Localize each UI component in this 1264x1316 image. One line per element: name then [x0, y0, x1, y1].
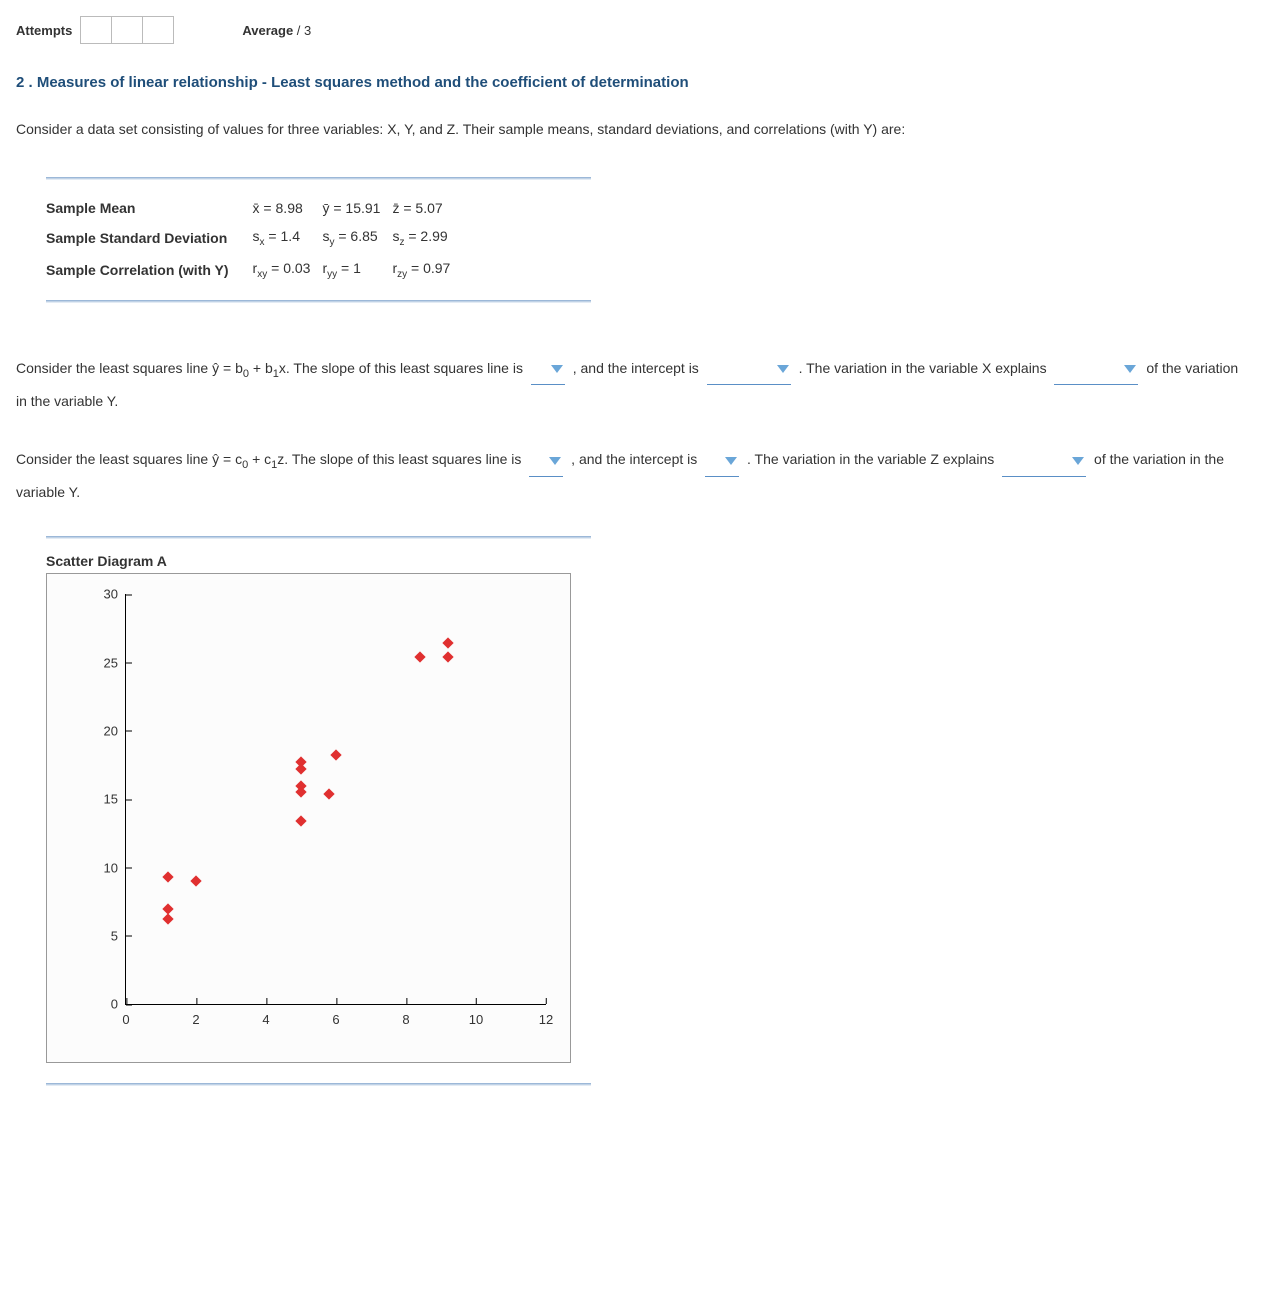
attempts-label: Attempts	[16, 23, 72, 38]
dropdown-b1-slope[interactable]	[531, 353, 565, 386]
divider-top	[46, 177, 591, 180]
scatter-section: Scatter Diagram A 051015202530024681012	[46, 536, 591, 1086]
mean-y: ȳ = 15.91	[322, 194, 392, 222]
data-point	[442, 651, 453, 662]
row-mean-label: Sample Mean	[46, 194, 253, 222]
paragraph-2: Consider the least squares line ŷ = c0 +…	[16, 444, 1248, 508]
x-tick: 12	[539, 1004, 553, 1027]
scatter-divider-top	[46, 536, 591, 539]
x-tick: 2	[192, 1004, 199, 1027]
chevron-down-icon	[551, 365, 563, 373]
plot-area: 051015202530024681012	[125, 594, 546, 1005]
chevron-down-icon	[549, 457, 561, 465]
stats-table: Sample Mean x̄ = 8.98 ȳ = 15.91 z̄ = 5.…	[46, 194, 462, 286]
row-sd-label: Sample Standard Deviation	[46, 222, 253, 254]
y-tick: 30	[104, 587, 126, 602]
dropdown-c1-slope[interactable]	[529, 444, 563, 477]
divider-bottom	[46, 300, 591, 303]
y-tick: 10	[104, 860, 126, 875]
row-corr-label: Sample Correlation (with Y)	[46, 254, 253, 286]
data-point	[295, 787, 306, 798]
sd-y: sy = 6.85	[322, 222, 392, 254]
attempts-row: Attempts Average / 3	[16, 16, 1248, 44]
chevron-down-icon	[1072, 457, 1084, 465]
data-point	[295, 815, 306, 826]
row-mean: Sample Mean x̄ = 8.98 ȳ = 15.91 z̄ = 5.…	[46, 194, 462, 222]
attempt-box-2[interactable]	[112, 17, 143, 43]
data-point	[190, 875, 201, 886]
r-yy: ryy = 1	[322, 254, 392, 286]
data-point	[330, 750, 341, 761]
x-tick: 8	[402, 1004, 409, 1027]
data-point	[414, 651, 425, 662]
question-title: 2 . Measures of linear relationship - Le…	[16, 74, 1248, 91]
intro-text: Consider a data set consisting of values…	[16, 121, 1248, 137]
x-tick: 0	[122, 1004, 129, 1027]
x-tick: 4	[262, 1004, 269, 1027]
attempt-box-3[interactable]	[143, 17, 173, 43]
data-point	[442, 638, 453, 649]
data-point	[162, 871, 173, 882]
mean-x: x̄ = 8.98	[253, 194, 323, 222]
row-corr: Sample Correlation (with Y) rxy = 0.03 r…	[46, 254, 462, 286]
dropdown-x-explains[interactable]	[1054, 353, 1138, 386]
x-tick: 10	[469, 1004, 483, 1027]
data-point	[162, 914, 173, 925]
row-sd: Sample Standard Deviation sx = 1.4 sy = …	[46, 222, 462, 254]
data-point	[323, 788, 334, 799]
y-tick: 15	[104, 792, 126, 807]
paragraph-1: Consider the least squares line ŷ = b0 +…	[16, 353, 1248, 417]
average-label: Average / 3	[242, 23, 311, 38]
attempt-boxes	[80, 16, 174, 44]
y-tick: 25	[104, 655, 126, 670]
stats-block: Sample Mean x̄ = 8.98 ȳ = 15.91 z̄ = 5.…	[46, 177, 591, 303]
dropdown-b0-intercept[interactable]	[707, 353, 791, 386]
r-xy: rxy = 0.03	[253, 254, 323, 286]
attempt-box-1[interactable]	[81, 17, 112, 43]
x-tick: 6	[332, 1004, 339, 1027]
chevron-down-icon	[777, 365, 789, 373]
chevron-down-icon	[725, 457, 737, 465]
scatter-title: Scatter Diagram A	[46, 553, 591, 569]
sd-z: sz = 2.99	[392, 222, 462, 254]
dropdown-c0-intercept[interactable]	[705, 444, 739, 477]
dropdown-z-explains[interactable]	[1002, 444, 1086, 477]
chart-frame: 051015202530024681012	[46, 573, 571, 1063]
r-zy: rzy = 0.97	[392, 254, 462, 286]
y-tick: 5	[111, 928, 126, 943]
scatter-divider-bottom	[46, 1083, 591, 1086]
sd-x: sx = 1.4	[253, 222, 323, 254]
y-tick: 20	[104, 723, 126, 738]
mean-z: z̄ = 5.07	[392, 194, 462, 222]
chevron-down-icon	[1124, 365, 1136, 373]
